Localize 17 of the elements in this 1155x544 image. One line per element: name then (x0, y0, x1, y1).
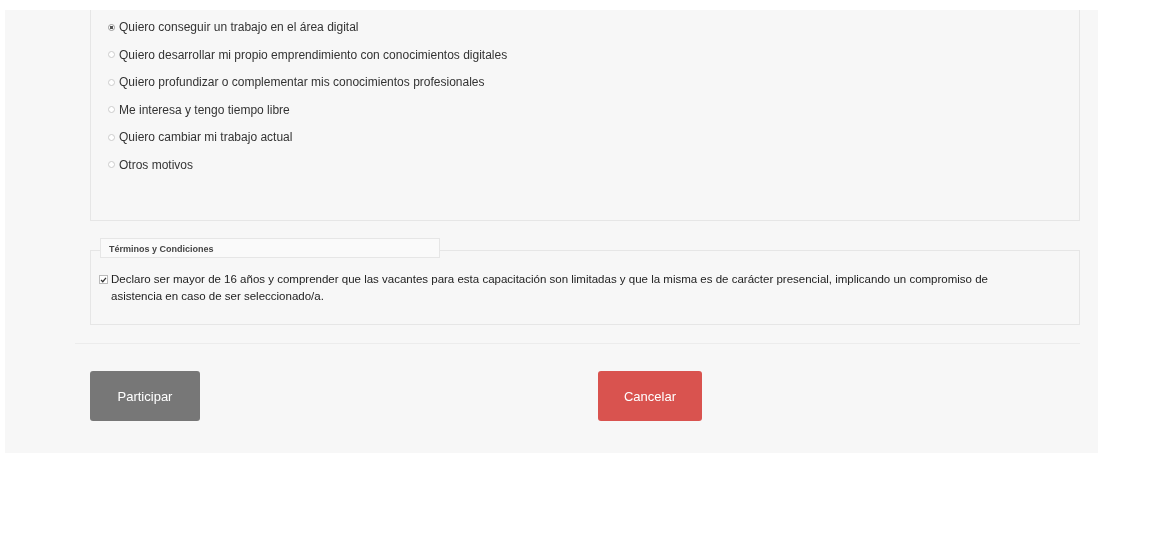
submit-button[interactable]: Participar (90, 371, 200, 421)
radio-button[interactable] (108, 161, 115, 168)
radio-option[interactable]: Quiero conseguir un trabajo en el área digital (108, 18, 1079, 36)
radio-button[interactable] (108, 106, 115, 113)
cancel-button[interactable]: Cancelar (598, 371, 702, 421)
radio-option[interactable]: Quiero desarrollar mi propio emprendimiento con conocimientos digitales (108, 45, 1079, 64)
fieldset-legend: Términos y Condiciones (100, 238, 440, 258)
checkbox[interactable] (99, 275, 108, 284)
radio-option[interactable]: Me interesa y tengo tiempo libre (108, 100, 1079, 119)
radio-button[interactable] (108, 51, 115, 58)
radio-button[interactable] (108, 23, 115, 31)
radio-button[interactable] (108, 78, 115, 86)
radio-button[interactable] (108, 133, 115, 141)
radio-option[interactable]: Quiero profundizar o complementar mis conocimientos profesionales (108, 73, 1079, 91)
terms-text: Declaro ser mayor de 16 años y comprender que las vacantes para esta capacitación son limitadas y que la misma es de carácter presencial, implicando un compromiso de asistencia en caso de ser seleccionado/a. (111, 272, 989, 304)
radio-option[interactable]: Quiero cambiar mi trabajo actual (108, 128, 1079, 146)
radio-option[interactable]: Otros motivos (108, 155, 1079, 174)
